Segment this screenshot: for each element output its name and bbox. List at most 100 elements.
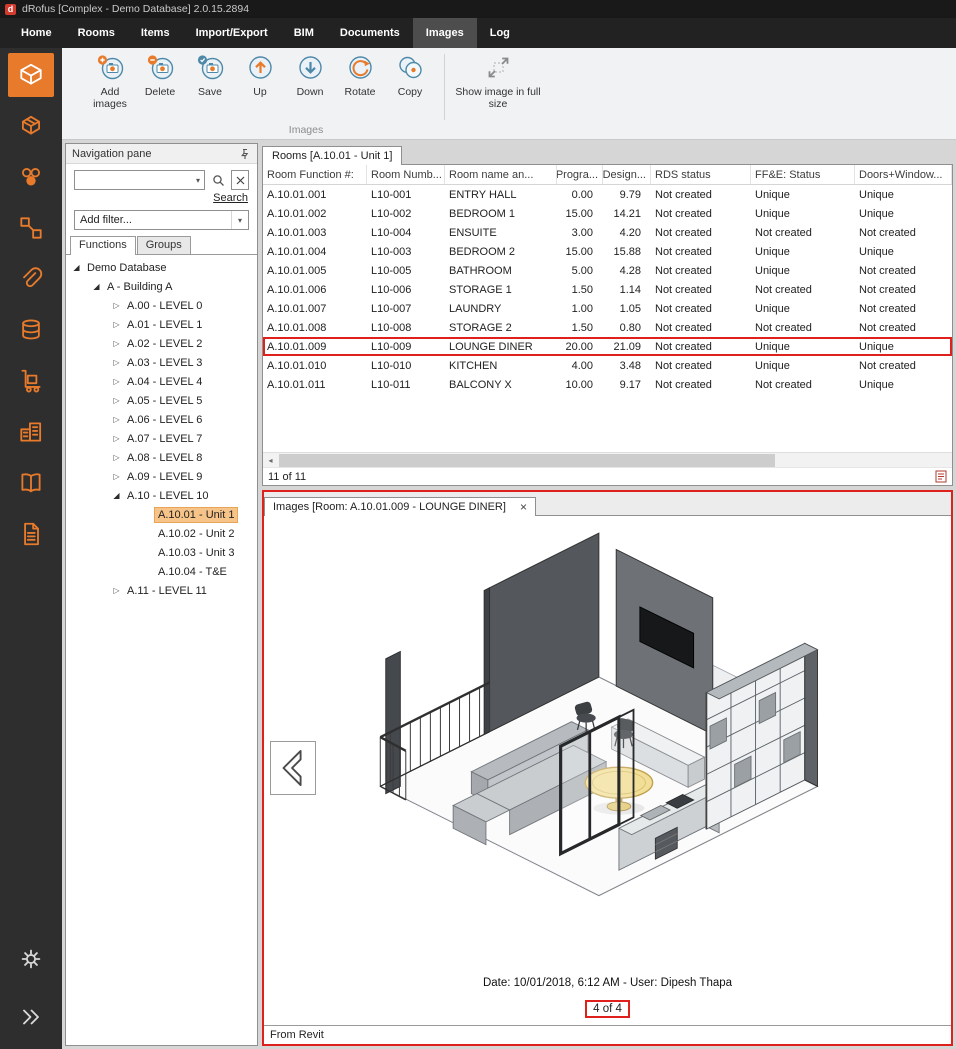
search-link[interactable]: Search	[213, 192, 248, 204]
buildings-rail-button[interactable]	[8, 410, 54, 454]
tree-item-a-10-01-unit-1[interactable]: A.10.01 - Unit 1	[66, 505, 257, 524]
tree-item-a-10-03-unit-3[interactable]: A.10.03 - Unit 3	[66, 543, 257, 562]
column-header-design[interactable]: Design...	[603, 165, 651, 184]
table-row[interactable]: A.10.01.004L10-003BEDROOM 215.0015.88Not…	[263, 242, 952, 261]
previous-image-button[interactable]	[270, 741, 316, 795]
table-row[interactable]: A.10.01.010L10-010KITCHEN4.003.48Not cre…	[263, 356, 952, 375]
tree-item-a-10-04-t-e[interactable]: A.10.04 - T&E	[66, 562, 257, 581]
pin-icon[interactable]	[239, 148, 251, 160]
table-row[interactable]: A.10.01.002L10-002BEDROOM 115.0014.21Not…	[263, 204, 952, 223]
column-header-room-function[interactable]: Room Function #:	[263, 165, 367, 184]
menu-tab-home[interactable]: Home	[8, 18, 65, 48]
add-images-button[interactable]: Add images	[86, 52, 134, 110]
table-row[interactable]: A.10.01.005L10-005BATHROOM5.004.28Not cr…	[263, 261, 952, 280]
table-row[interactable]: A.10.01.011L10-011BALCONY X10.009.17Not …	[263, 375, 952, 394]
tree-item-a-09-level-9[interactable]: ▷A.09 - LEVEL 9	[66, 467, 257, 486]
cell: A.10.01.008	[263, 322, 367, 334]
window-title: dRofus [Complex - Demo Database] 2.0.15.…	[22, 3, 249, 15]
tab-functions[interactable]: Functions	[70, 236, 136, 255]
products-rail-button[interactable]	[8, 155, 54, 199]
logistics-rail-button[interactable]	[8, 359, 54, 403]
add-filter-dropdown[interactable]: Add filter... ▾	[74, 210, 249, 230]
column-header-rds-status[interactable]: RDS status	[651, 165, 751, 184]
documents-rail-button[interactable]	[8, 512, 54, 556]
column-header-room-numb[interactable]: Room Numb...	[367, 165, 445, 184]
tree-collapsed-icon[interactable]: ▷	[110, 472, 123, 481]
menu-tab-import-export[interactable]: Import/Export	[183, 18, 281, 48]
table-row[interactable]: A.10.01.008L10-008STORAGE 21.500.80Not c…	[263, 318, 952, 337]
table-row[interactable]: A.10.01.003L10-004ENSUITE3.004.20Not cre…	[263, 223, 952, 242]
tree-collapsed-icon[interactable]: ▷	[110, 377, 123, 386]
tree-item-a-04-level-4[interactable]: ▷A.04 - LEVEL 4	[66, 372, 257, 391]
reports-rail-button[interactable]	[8, 461, 54, 505]
scroll-left-icon[interactable]: ◂	[263, 456, 278, 465]
clear-search-icon[interactable]	[231, 170, 249, 190]
cell: A.10.01.003	[263, 227, 367, 239]
table-row[interactable]: A.10.01.006L10-006STORAGE 11.501.14Not c…	[263, 280, 952, 299]
menu-tab-bim[interactable]: BIM	[281, 18, 327, 48]
column-header-ff-e-status[interactable]: FF&E: Status	[751, 165, 855, 184]
tree-collapsed-icon[interactable]: ▷	[110, 453, 123, 462]
column-header-room-name-an[interactable]: Room name an...	[445, 165, 557, 184]
tree-item-a-07-level-7[interactable]: ▷A.07 - LEVEL 7	[66, 429, 257, 448]
down-button[interactable]: Down	[286, 52, 334, 98]
tree-collapsed-icon[interactable]: ▷	[110, 586, 123, 595]
attachments-rail-button[interactable]	[8, 257, 54, 301]
database-rail-button[interactable]	[8, 308, 54, 352]
tree-item-a-03-level-3[interactable]: ▷A.03 - LEVEL 3	[66, 353, 257, 372]
menu-tab-rooms[interactable]: Rooms	[65, 18, 128, 48]
tree-item-a-00-level-0[interactable]: ▷A.00 - LEVEL 0	[66, 296, 257, 315]
close-icon[interactable]: ×	[520, 501, 527, 513]
tree-collapsed-icon[interactable]: ▷	[110, 301, 123, 310]
save-button[interactable]: Save	[186, 52, 234, 98]
systems-rail-button[interactable]	[8, 206, 54, 250]
rotate-button[interactable]: Rotate	[336, 52, 384, 98]
tree-collapsed-icon[interactable]: ▷	[110, 339, 123, 348]
table-row[interactable]: A.10.01.007L10-007LAUNDRY1.001.05Not cre…	[263, 299, 952, 318]
menu-tab-images[interactable]: Images	[413, 18, 477, 48]
tree-item-a-06-level-6[interactable]: ▷A.06 - LEVEL 6	[66, 410, 257, 429]
rooms-rail-button[interactable]	[8, 53, 54, 97]
search-icon[interactable]	[209, 170, 227, 190]
tree-collapsed-icon[interactable]: ▷	[110, 434, 123, 443]
tree-item-a-05-level-5[interactable]: ▷A.05 - LEVEL 5	[66, 391, 257, 410]
tree-collapsed-icon[interactable]: ▷	[110, 320, 123, 329]
table-row[interactable]: A.10.01.001L10-001ENTRY HALL0.009.79Not …	[263, 185, 952, 204]
column-header-doors-window[interactable]: Doors+Window...	[855, 165, 952, 184]
expand-rail-button[interactable]	[8, 995, 54, 1039]
tab-groups[interactable]: Groups	[137, 236, 191, 254]
tree-expanded-icon[interactable]: ◢	[90, 282, 103, 291]
tab-images[interactable]: Images [Room: A.10.01.009 - LOUNGE DINER…	[264, 497, 536, 516]
tree-collapsed-icon[interactable]: ▷	[110, 358, 123, 367]
column-header-progra[interactable]: Progra...	[557, 165, 603, 184]
tree-item-a-10-02-unit-2[interactable]: A.10.02 - Unit 2	[66, 524, 257, 543]
tree-collapsed-icon[interactable]: ▷	[110, 415, 123, 424]
settings-rail-button[interactable]	[8, 937, 54, 981]
tree-item-a-01-level-1[interactable]: ▷A.01 - LEVEL 1	[66, 315, 257, 334]
tree-item-a-11-level-11[interactable]: ▷A.11 - LEVEL 11	[66, 581, 257, 600]
delete-button[interactable]: Delete	[136, 52, 184, 98]
tree-item-demo-database[interactable]: ◢Demo Database	[66, 258, 257, 277]
tree-expanded-icon[interactable]: ◢	[110, 491, 123, 500]
menu-tab-items[interactable]: Items	[128, 18, 183, 48]
tab-rooms[interactable]: Rooms [A.10.01 - Unit 1]	[262, 146, 402, 165]
search-input[interactable]: ▾	[74, 170, 205, 190]
copy-button[interactable]: Copy	[386, 52, 434, 98]
items-rail-button[interactable]	[8, 104, 54, 148]
horizontal-scrollbar[interactable]: ◂ ▸	[263, 452, 952, 467]
chevron-down-icon[interactable]: ▾	[196, 176, 200, 185]
table-row[interactable]: A.10.01.009L10-009LOUNGE DINER20.0021.09…	[263, 337, 952, 356]
tree-item-a-02-level-2[interactable]: ▷A.02 - LEVEL 2	[66, 334, 257, 353]
chevron-down-icon[interactable]: ▾	[231, 211, 248, 229]
scrollbar-thumb[interactable]	[279, 454, 775, 467]
show-image-in-full-size-button[interactable]: Show image in full size	[455, 52, 541, 110]
up-button[interactable]: Up	[236, 52, 284, 98]
tree-expanded-icon[interactable]: ◢	[70, 263, 83, 272]
grid-info-icon[interactable]	[935, 470, 947, 483]
tree-item-a-08-level-8[interactable]: ▷A.08 - LEVEL 8	[66, 448, 257, 467]
tree-item-a-10-level-10[interactable]: ◢A.10 - LEVEL 10	[66, 486, 257, 505]
menu-tab-documents[interactable]: Documents	[327, 18, 413, 48]
tree-collapsed-icon[interactable]: ▷	[110, 396, 123, 405]
tree-item-a-building-a[interactable]: ◢A - Building A	[66, 277, 257, 296]
menu-tab-log[interactable]: Log	[477, 18, 523, 48]
